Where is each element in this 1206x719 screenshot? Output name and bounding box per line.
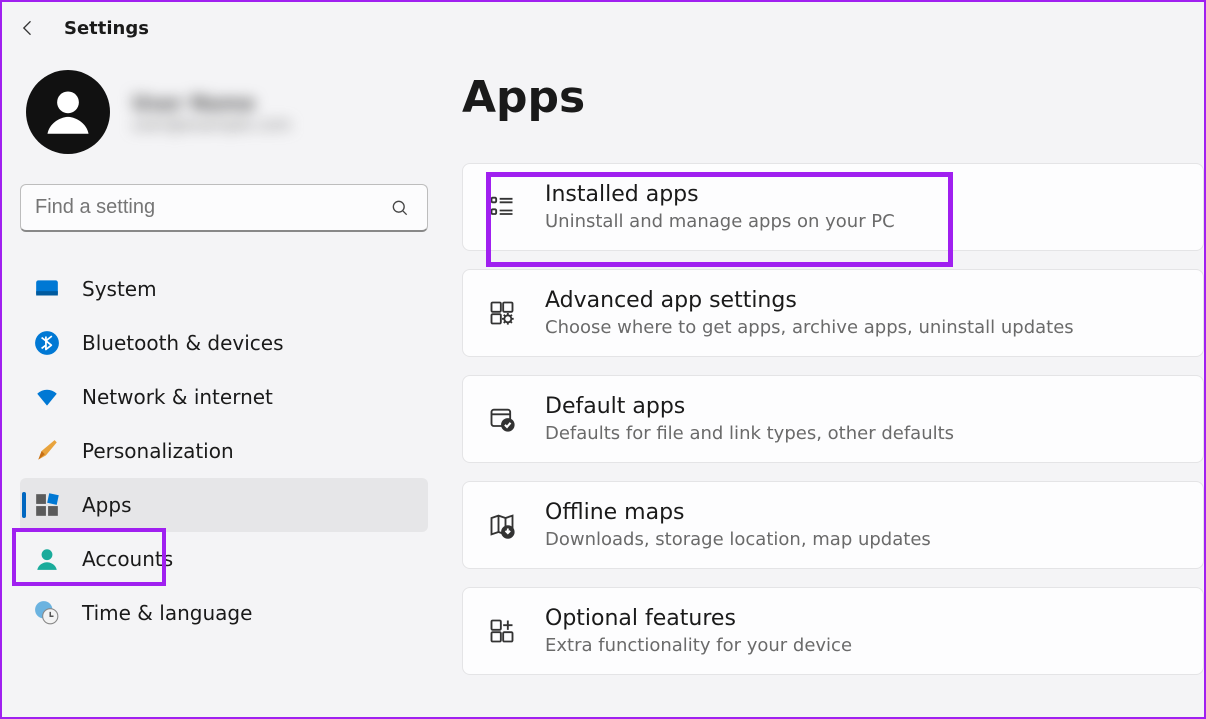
window-check-icon bbox=[487, 404, 517, 434]
sidebar-item-label: System bbox=[82, 277, 157, 301]
list-icon bbox=[487, 192, 517, 222]
sidebar-item-label: Network & internet bbox=[82, 385, 273, 409]
card-title: Default apps bbox=[545, 394, 954, 419]
sidebar-item-system[interactable]: System bbox=[20, 262, 428, 316]
sidebar-item-label: Accounts bbox=[82, 547, 173, 571]
sidebar-item-label: Bluetooth & devices bbox=[82, 331, 284, 355]
search-box[interactable] bbox=[20, 184, 428, 232]
sidebar-item-time[interactable]: Time & language bbox=[20, 586, 428, 640]
page-title: Apps bbox=[462, 72, 1204, 123]
sidebar-item-apps[interactable]: Apps bbox=[20, 478, 428, 532]
sidebar-item-accounts[interactable]: Accounts bbox=[20, 532, 428, 586]
arrow-left-icon bbox=[18, 18, 38, 38]
titlebar: Settings bbox=[2, 2, 1204, 50]
card-subtitle: Extra functionality for your device bbox=[545, 635, 852, 656]
card-subtitle: Defaults for file and link types, other … bbox=[545, 423, 954, 444]
app-title: Settings bbox=[64, 18, 149, 39]
card-installed-apps[interactable]: Installed apps Uninstall and manage apps… bbox=[462, 163, 1204, 251]
card-title: Advanced app settings bbox=[545, 288, 1074, 313]
card-subtitle: Choose where to get apps, archive apps, … bbox=[545, 317, 1074, 338]
profile-text: User Name user@example.com bbox=[132, 91, 291, 134]
sidebar-item-network[interactable]: Network & internet bbox=[20, 370, 428, 424]
card-title: Optional features bbox=[545, 606, 852, 631]
grid-gear-icon bbox=[487, 298, 517, 328]
bluetooth-icon bbox=[34, 330, 60, 356]
map-download-icon bbox=[487, 510, 517, 540]
sidebar-item-bluetooth[interactable]: Bluetooth & devices bbox=[20, 316, 428, 370]
wifi-icon bbox=[34, 384, 60, 410]
back-button[interactable] bbox=[16, 16, 40, 40]
card-subtitle: Downloads, storage location, map updates bbox=[545, 529, 931, 550]
sidebar-item-label: Personalization bbox=[82, 439, 234, 463]
card-offline-maps[interactable]: Offline maps Downloads, storage location… bbox=[462, 481, 1204, 569]
card-default-apps[interactable]: Default apps Defaults for file and link … bbox=[462, 375, 1204, 463]
sidebar-item-label: Apps bbox=[82, 493, 132, 517]
search-icon bbox=[390, 198, 410, 218]
main-content: Apps Installed apps Uninstall and manage… bbox=[452, 50, 1204, 715]
account-icon bbox=[34, 546, 60, 572]
clock-globe-icon bbox=[34, 600, 60, 626]
avatar bbox=[26, 70, 110, 154]
card-advanced-app-settings[interactable]: Advanced app settings Choose where to ge… bbox=[462, 269, 1204, 357]
card-optional-features[interactable]: Optional features Extra functionality fo… bbox=[462, 587, 1204, 675]
profile-block[interactable]: User Name user@example.com bbox=[20, 70, 442, 154]
brush-icon bbox=[34, 438, 60, 464]
profile-email: user@example.com bbox=[132, 115, 291, 134]
monitor-icon bbox=[34, 276, 60, 302]
card-title: Offline maps bbox=[545, 500, 931, 525]
person-icon bbox=[39, 83, 97, 141]
search-input[interactable] bbox=[20, 184, 428, 232]
card-title: Installed apps bbox=[545, 182, 895, 207]
card-list: Installed apps Uninstall and manage apps… bbox=[462, 163, 1204, 675]
sidebar: User Name user@example.com System Blueto… bbox=[2, 50, 452, 715]
apps-icon bbox=[34, 492, 60, 518]
grid-plus-icon bbox=[487, 616, 517, 646]
sidebar-item-label: Time & language bbox=[82, 601, 252, 625]
nav-list: System Bluetooth & devices Network & int… bbox=[20, 262, 442, 640]
profile-name: User Name bbox=[132, 91, 291, 115]
sidebar-item-personalization[interactable]: Personalization bbox=[20, 424, 428, 478]
card-subtitle: Uninstall and manage apps on your PC bbox=[545, 211, 895, 232]
